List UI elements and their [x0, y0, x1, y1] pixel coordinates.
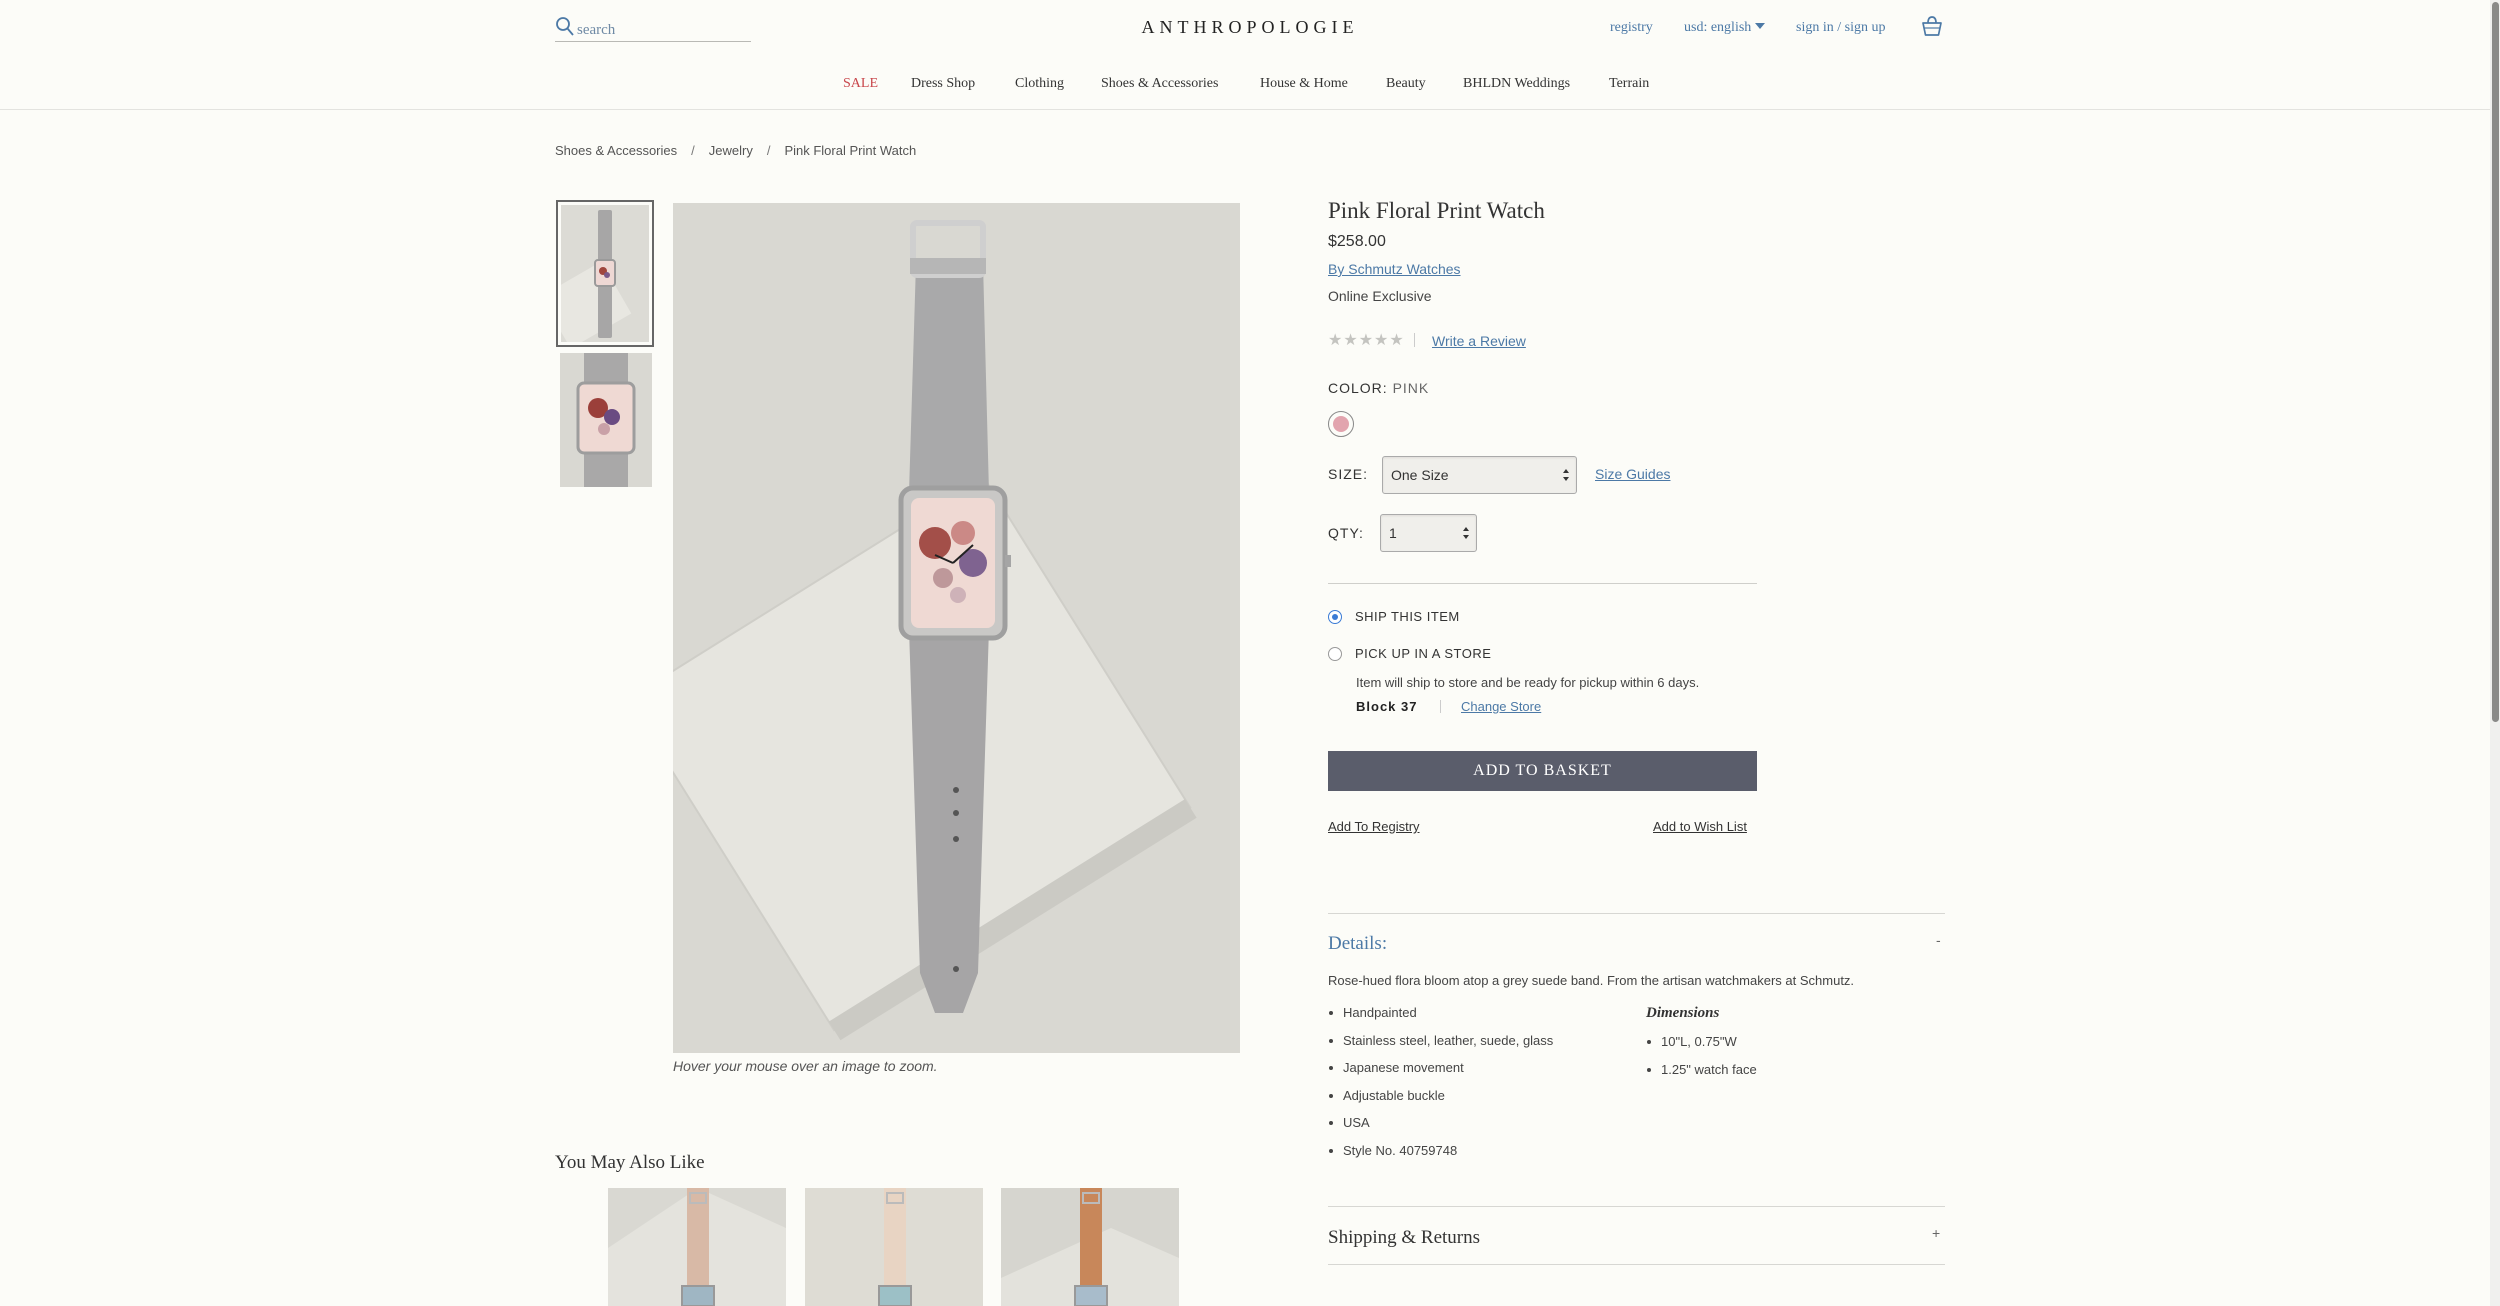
color-swatch-pink[interactable]	[1328, 411, 1354, 437]
color-label: COLOR: PINK	[1328, 380, 1429, 396]
nav-item-house-home[interactable]: House & Home	[1260, 76, 1348, 92]
details-description: Rose-hued flora bloom atop a grey suede …	[1328, 973, 1855, 988]
qty-label: QTY:	[1328, 525, 1364, 541]
chevron-down-icon	[1755, 23, 1766, 29]
you-may-also-like-heading: You May Also Like	[555, 1152, 705, 1173]
color-value: PINK	[1392, 380, 1430, 396]
shipping-expand-toggle[interactable]: +	[1932, 1225, 1940, 1241]
divider	[1328, 1264, 1945, 1265]
size-guides-link[interactable]: Size Guides	[1595, 466, 1670, 482]
product-title: Pink Floral Print Watch	[1328, 198, 1545, 223]
dimensions-list: 10"L, 0.75"W 1.25" watch face	[1646, 1034, 1757, 1089]
list-item: Adjustable buckle	[1328, 1088, 1553, 1116]
list-item: USA	[1328, 1115, 1553, 1143]
size-label: SIZE:	[1328, 466, 1369, 482]
divider	[1328, 583, 1757, 584]
details-collapse-toggle[interactable]: -	[1936, 932, 1941, 948]
dimensions-heading: Dimensions	[1646, 1005, 1720, 1021]
store-name: Block 37	[1356, 699, 1418, 714]
nav-item-sale[interactable]: SALE	[843, 76, 878, 92]
site-logo[interactable]: ANTHROPOLOGIE	[1130, 17, 1370, 38]
registry-link[interactable]: registry	[1610, 20, 1653, 36]
nav-item-bhldn-weddings[interactable]: BHLDN Weddings	[1463, 76, 1570, 92]
scrollbar-thumb[interactable]	[2492, 2, 2499, 722]
list-item: Handpainted	[1328, 1005, 1553, 1033]
write-review-link[interactable]: Write a Review	[1432, 333, 1526, 349]
zoom-caption: Hover your mouse over an image to zoom.	[673, 1058, 938, 1074]
quantity-select[interactable]: 1	[1380, 514, 1477, 552]
recommended-product-3[interactable]	[1001, 1188, 1179, 1306]
breadcrumb-separator: /	[691, 143, 695, 158]
list-item: Japanese movement	[1328, 1060, 1553, 1088]
language-selector[interactable]: usd: english	[1684, 20, 1766, 36]
pick-up-in-store-label[interactable]: PICK UP IN A STORE	[1355, 646, 1491, 661]
product-main-image[interactable]	[673, 203, 1240, 1053]
nav-item-terrain[interactable]: Terrain	[1609, 76, 1649, 92]
recommended-product-image	[1001, 1188, 1179, 1306]
thumbnail-1[interactable]	[556, 200, 654, 347]
nav-item-clothing[interactable]: Clothing	[1015, 76, 1064, 92]
shipping-returns-heading[interactable]: Shipping & Returns	[1328, 1227, 1480, 1249]
list-item: 1.25" watch face	[1646, 1062, 1757, 1090]
sign-in-link[interactable]: sign in / sign up	[1796, 20, 1885, 36]
change-store-link[interactable]: Change Store	[1461, 699, 1541, 714]
product-price: $258.00	[1328, 233, 1386, 250]
size-select-value: One Size	[1391, 467, 1449, 483]
breadcrumb-separator: /	[766, 143, 771, 158]
store-separator	[1440, 700, 1441, 713]
basket-icon[interactable]	[1920, 14, 1944, 38]
list-item: Stainless steel, leather, suede, glass	[1328, 1033, 1553, 1061]
rating-stars: ★★★★★	[1328, 332, 1405, 349]
search-input[interactable]	[577, 20, 747, 40]
watch-image-graphic	[673, 203, 1240, 1053]
color-label-text: COLOR:	[1328, 380, 1388, 396]
ship-this-item-radio[interactable]	[1328, 610, 1342, 624]
breadcrumb: Shoes & Accessories / Jewelry / Pink Floral …	[555, 143, 916, 158]
site-header: ANTHROPOLOGIE registry usd: english sign…	[0, 0, 2500, 110]
divider	[1328, 913, 1945, 914]
brand-link[interactable]: By Schmutz Watches	[1328, 261, 1461, 277]
thumbnail-2[interactable]	[560, 353, 652, 487]
watch-closeup-thumbnail-graphic	[560, 353, 652, 487]
search-icon[interactable]	[555, 16, 575, 38]
size-select[interactable]: One Size	[1382, 456, 1577, 494]
recommended-product-1[interactable]	[608, 1188, 786, 1306]
divider	[1328, 1206, 1945, 1207]
add-to-basket-button[interactable]: ADD TO BASKET	[1328, 751, 1757, 791]
quantity-value: 1	[1389, 525, 1397, 541]
recommended-product-image	[608, 1188, 786, 1306]
breadcrumb-item-jewelry[interactable]: Jewelry	[709, 143, 753, 158]
select-arrows-icon	[1463, 527, 1469, 539]
add-to-registry-link[interactable]: Add To Registry	[1328, 819, 1420, 834]
online-exclusive-label: Online Exclusive	[1328, 288, 1432, 304]
search-box[interactable]	[555, 14, 751, 42]
select-arrows-icon	[1563, 469, 1569, 481]
list-item: 10"L, 0.75"W	[1646, 1034, 1757, 1062]
recommended-product-2[interactable]	[805, 1188, 983, 1306]
breadcrumb-item-current: Pink Floral Print Watch	[784, 143, 917, 158]
list-item: Style No. 40759748	[1328, 1143, 1553, 1171]
nav-item-shoes-accessories[interactable]: Shoes & Accessories	[1101, 76, 1218, 92]
watch-thumbnail-graphic	[561, 210, 632, 342]
recommended-product-image	[805, 1188, 983, 1306]
pickup-note: Item will ship to store and be ready for…	[1356, 675, 1700, 690]
details-heading[interactable]: Details:	[1328, 933, 1387, 955]
details-list: Handpainted Stainless steel, leather, su…	[1328, 1005, 1553, 1170]
ship-this-item-label[interactable]: SHIP THIS ITEM	[1355, 609, 1460, 624]
thumbnail-image	[561, 205, 649, 342]
nav-item-beauty[interactable]: Beauty	[1386, 76, 1426, 92]
breadcrumb-item-shoes-accessories[interactable]: Shoes & Accessories	[555, 143, 677, 158]
add-to-wishlist-link[interactable]: Add to Wish List	[1653, 819, 1747, 834]
rating-separator	[1414, 333, 1415, 347]
nav-item-dress-shop[interactable]: Dress Shop	[911, 76, 975, 92]
pick-up-in-store-radio[interactable]	[1328, 647, 1342, 661]
language-label: usd: english	[1684, 20, 1752, 35]
